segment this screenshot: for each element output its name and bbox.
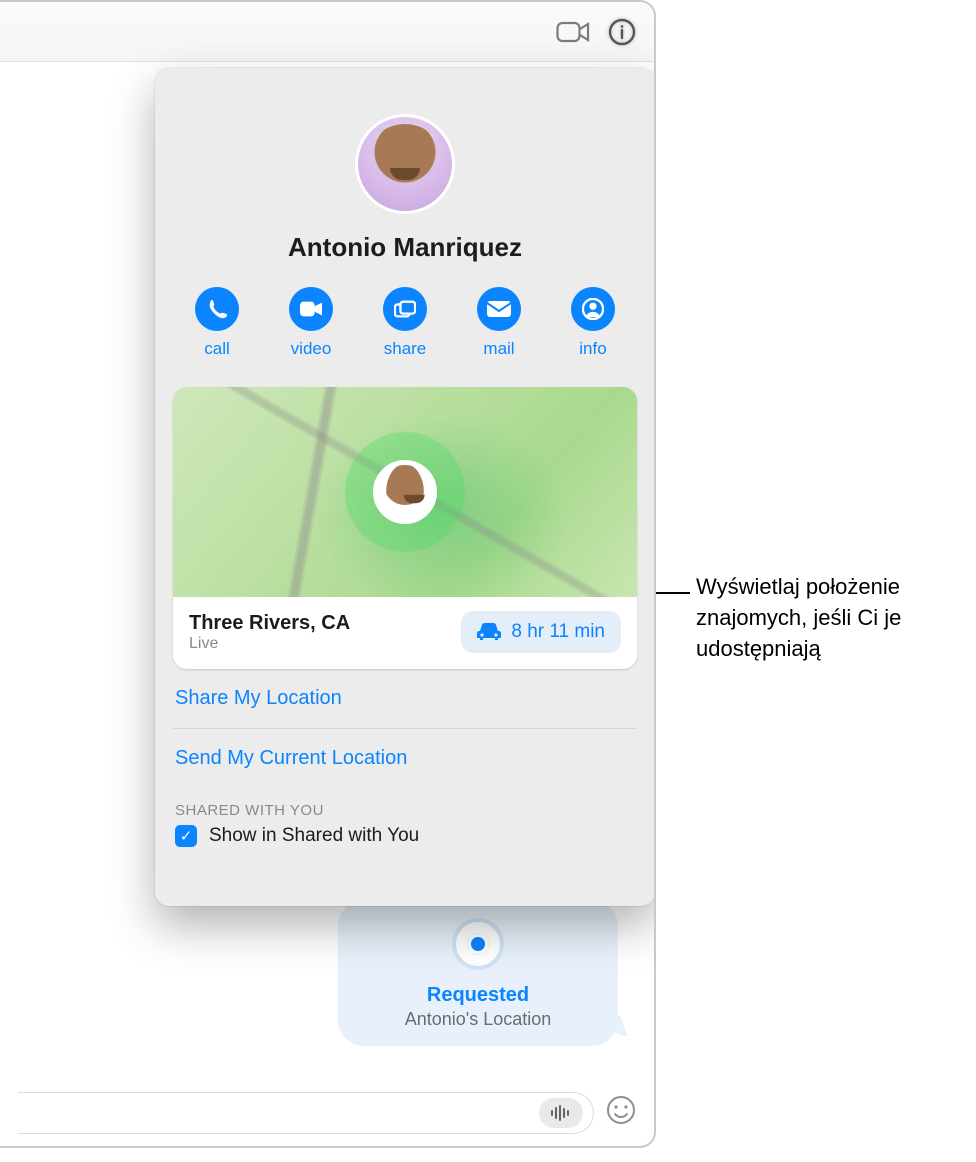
details-button[interactable] <box>608 18 636 46</box>
phone-icon <box>206 298 228 320</box>
waveform-icon <box>550 1105 572 1121</box>
call-button[interactable]: call <box>195 287 239 359</box>
location-footer: Three Rivers, CA Live 8 hr 11 min <box>173 597 637 669</box>
eta-text: 8 hr 11 min <box>511 621 605 643</box>
location-status: Live <box>189 635 350 653</box>
messages-window: Antonio Manriquez call video share mail … <box>0 0 656 1148</box>
show-in-shared-label: Show in Shared with You <box>209 825 419 847</box>
memoji-icon <box>365 124 445 204</box>
video-label: video <box>291 339 332 359</box>
message-input[interactable] <box>18 1092 594 1134</box>
callout-text: Wyświetlaj położenie znajomych, jeśli Ci… <box>696 572 976 664</box>
call-label: call <box>204 339 230 359</box>
show-in-shared-row[interactable]: ✓ Show in Shared with You <box>155 825 655 847</box>
contact-header: Antonio Manriquez <box>155 68 655 263</box>
smiley-icon <box>606 1095 636 1125</box>
video-icon <box>300 301 322 317</box>
location-card[interactable]: Three Rivers, CA Live 8 hr 11 min <box>173 387 637 669</box>
info-button[interactable]: info <box>571 287 615 359</box>
details-popover: Antonio Manriquez call video share mail … <box>155 68 655 906</box>
video-camera-icon <box>556 20 590 44</box>
info-circle-icon <box>608 18 636 46</box>
bubble-title: Requested <box>350 984 606 1007</box>
emoji-picker-button[interactable] <box>606 1095 636 1132</box>
share-my-location-link[interactable]: Share My Location <box>155 669 655 728</box>
contact-name: Antonio Manriquez <box>155 232 655 263</box>
mail-button[interactable]: mail <box>477 287 521 359</box>
location-request-bubble[interactable]: Requested Antonio's Location <box>338 900 618 1046</box>
shared-with-you-header: SHARED WITH YOU <box>155 788 655 825</box>
contact-avatar[interactable] <box>355 114 455 214</box>
video-button[interactable]: video <box>289 287 333 359</box>
audio-message-button[interactable] <box>539 1098 583 1128</box>
map-avatar-pin <box>373 460 437 524</box>
directions-button[interactable]: 8 hr 11 min <box>461 611 621 653</box>
mail-icon <box>487 301 511 317</box>
share-button[interactable]: share <box>383 287 427 359</box>
memoji-icon <box>386 464 424 520</box>
facetime-button[interactable] <box>556 20 590 44</box>
location-pin-icon <box>452 918 504 970</box>
quick-actions: call video share mail info <box>155 263 655 387</box>
send-current-location-link[interactable]: Send My Current Location <box>155 729 655 788</box>
share-label: share <box>384 339 427 359</box>
info-label: info <box>579 339 606 359</box>
bubble-subtitle: Antonio's Location <box>350 1009 606 1030</box>
compose-row <box>0 1092 654 1134</box>
callout-leader <box>656 592 690 594</box>
screenshare-icon <box>394 300 416 318</box>
checkbox-icon: ✓ <box>175 825 197 847</box>
mail-label: mail <box>483 339 514 359</box>
titlebar <box>0 2 654 62</box>
contact-icon <box>582 298 604 320</box>
map-preview[interactable] <box>173 387 637 597</box>
location-place: Three Rivers, CA <box>189 612 350 635</box>
car-icon <box>477 623 501 641</box>
